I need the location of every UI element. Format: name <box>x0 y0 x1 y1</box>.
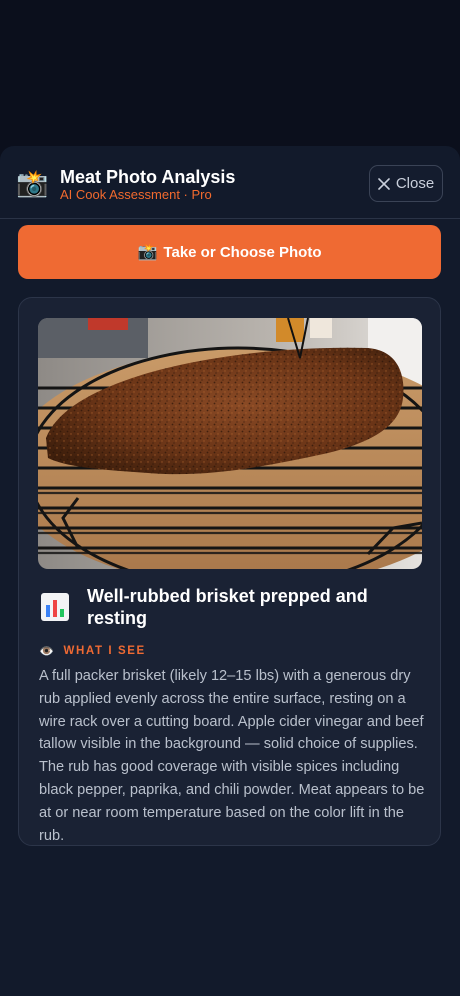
camera-flash-icon: 📸 <box>16 168 49 198</box>
what-i-see-text: A full packer brisket (likely 12–15 lbs)… <box>39 668 425 844</box>
camera-flash-icon: 📸 <box>137 244 158 261</box>
section-label-text: WHAT I SEE <box>63 645 146 657</box>
close-button-label: Close <box>395 175 435 192</box>
page-subtitle: AI Cook Assessment · Pro <box>60 187 212 202</box>
close-icon <box>378 177 390 190</box>
analysis-card: Well-rubbed brisket prepped and resting … <box>18 297 441 846</box>
take-photo-button[interactable]: 📸 Take or Choose Photo <box>18 225 441 279</box>
verdict-title: Well-rubbed brisket prepped and resting <box>87 586 368 628</box>
take-photo-button-label: Take or Choose Photo <box>163 243 322 261</box>
eye-icon: 👁️ <box>39 644 56 658</box>
close-button[interactable]: Close <box>369 165 443 202</box>
bar-chart-icon <box>41 593 69 621</box>
meat-photo <box>38 318 422 569</box>
what-i-see-label: 👁️ WHAT I SEE <box>39 644 146 658</box>
page-title: Meat Photo Analysis <box>60 167 236 187</box>
sheet-header: 📸 Meat Photo Analysis AI Cook Assessment… <box>0 146 460 219</box>
